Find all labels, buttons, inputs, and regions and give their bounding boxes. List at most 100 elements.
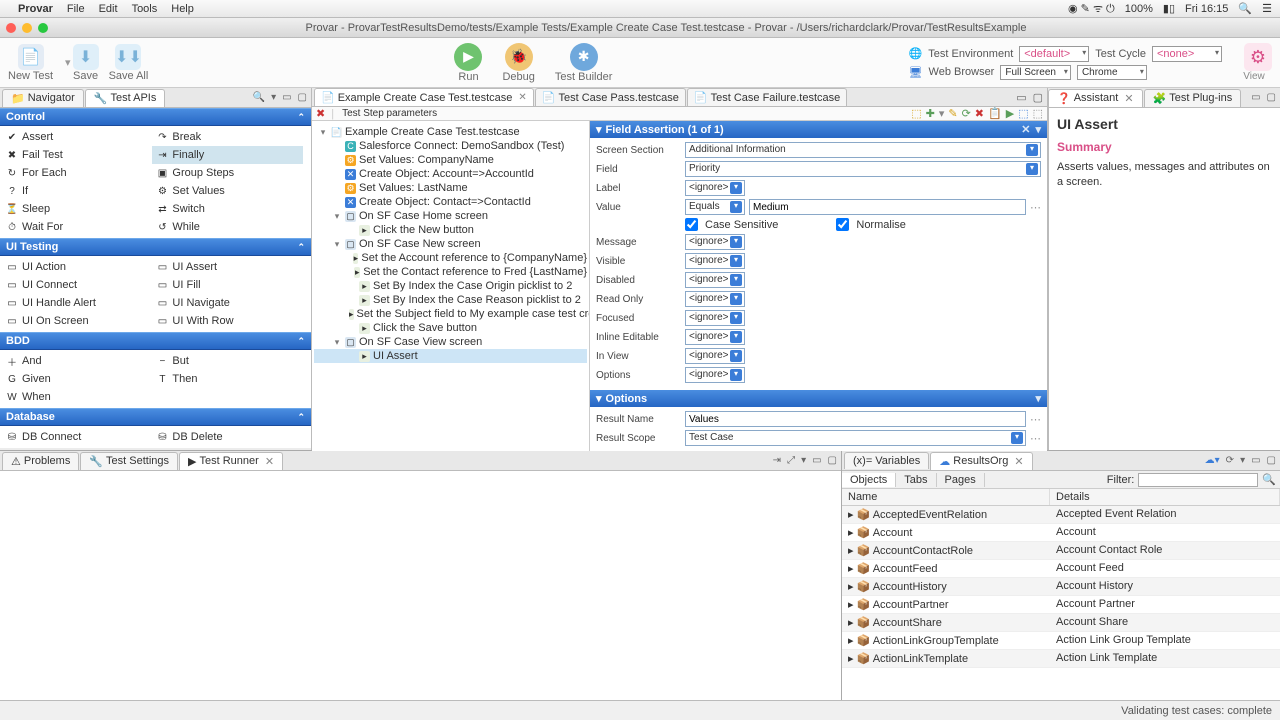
api-item[interactable]: GGiven [2,370,152,388]
minimize-icon[interactable]: ▭ [812,455,821,466]
editor-tab-1[interactable]: 📄Test Case Pass.testcase [535,88,686,106]
tree-row[interactable]: ▸Set By Index the Case Origin picklist t… [314,279,587,293]
tab-test-apis[interactable]: 🔧Test APIs [85,89,166,107]
helper-icon[interactable]: ⋯ [1030,432,1041,445]
chevron-icon[interactable]: ▾ [1035,123,1041,136]
tab-navigator[interactable]: 📁Navigator [2,89,84,107]
api-item[interactable]: ✔Assert [2,128,152,146]
minimize-icon[interactable]: ▭ [282,92,291,103]
api-item[interactable]: −But [152,352,302,370]
result-scope-select[interactable]: Test Case [685,430,1026,446]
api-item[interactable]: ⇄Switch [152,200,302,218]
tree-row[interactable]: ▸Set By Index the Case Reason picklist t… [314,293,587,307]
api-item[interactable]: ⚙Set Values [152,182,302,200]
api-item[interactable]: ✖Fail Test [2,146,152,164]
tree-row[interactable]: ▾📄Example Create Case Test.testcase [314,125,587,139]
subtab-pages[interactable]: Pages [937,473,985,487]
menu-icon[interactable]: ☰ [1262,2,1272,15]
menu-file[interactable]: File [67,3,85,15]
api-item[interactable]: ▣Group Steps [152,164,302,182]
menu-app[interactable]: Provar [18,3,53,15]
api-item[interactable]: ⛁DB Connect [2,428,152,446]
tree-row[interactable]: ▸Click the Save button [314,321,587,335]
api-item[interactable]: ▭UI On Screen [2,312,152,330]
category-header[interactable]: Database⌃ [0,408,311,426]
menu-help[interactable]: Help [171,3,194,15]
focused-select[interactable]: <ignore> [685,310,745,326]
api-item[interactable]: ▭UI Action [2,258,152,276]
search-icon[interactable]: 🔍 [1262,473,1276,486]
close-icon[interactable]: ✕ [518,92,526,103]
maximize-icon[interactable]: ▢ [828,455,837,466]
run-button[interactable]: ▶Run [454,43,482,83]
api-item[interactable]: ▭UI Handle Alert [2,294,152,312]
api-item[interactable]: ⏳Sleep [2,200,152,218]
maximize-icon[interactable]: ▢ [1033,91,1043,104]
category-header[interactable]: Control⌃ [0,108,311,126]
result-name-input[interactable] [685,411,1026,427]
value-input[interactable] [749,199,1026,215]
search-icon[interactable]: 🔍 [253,92,265,103]
new-test-button[interactable]: 📄New Test [8,44,53,82]
readonly-select[interactable]: <ignore> [685,291,745,307]
table-row[interactable]: ▸ 📦 AccountHistoryAccount History [842,578,1280,596]
tree-row[interactable]: ▾▢On SF Case View screen [314,335,587,349]
maximize-icon[interactable]: ▢ [1267,455,1276,466]
menu-edit[interactable]: Edit [99,3,118,15]
error-icon[interactable]: ✖ [316,107,325,120]
api-item[interactable]: ▭UI With Row [152,312,302,330]
maximize-icon[interactable]: ▢ [298,92,307,103]
save-button[interactable]: ⬇Save [73,44,99,82]
subtab-tabs[interactable]: Tabs [896,473,936,487]
close-icon[interactable]: ✕ [1021,123,1030,136]
api-item[interactable]: ▭UI Assert [152,258,302,276]
refresh-icon[interactable]: ⟳ [1226,455,1234,466]
tab-problems[interactable]: ⚠Problems [2,452,79,470]
api-item[interactable]: TThen [152,370,302,388]
helper-icon[interactable]: ⋯ [1030,413,1041,426]
tab-test-settings[interactable]: 🔧Test Settings [80,452,178,470]
save-all-button[interactable]: ⬇⬇Save All [109,44,149,82]
api-item[interactable]: ?If [2,182,152,200]
api-item[interactable]: WWhen [2,388,152,406]
close-icon[interactable]: ✕ [265,455,274,468]
minimize-icon[interactable]: ▭ [1016,91,1026,104]
api-item[interactable]: ▭UI Navigate [152,294,302,312]
minimize-icon[interactable]: ▭ [1251,455,1260,466]
tree-row[interactable]: ▾▢On SF Case Home screen [314,209,587,223]
filter-input[interactable] [1138,473,1258,487]
visible-select[interactable]: <ignore> [685,253,745,269]
env-select[interactable]: <default> [1019,46,1089,62]
tab-test-runner[interactable]: ▶Test Runner✕ [179,452,283,470]
api-item[interactable]: ⇥Finally [152,146,302,164]
value-op-select[interactable]: Equals [685,199,745,215]
chevron-icon[interactable]: ▾ [1035,392,1041,405]
tree-row[interactable]: ⚙Set Values: LastName [314,181,587,195]
case-sensitive-checkbox[interactable] [685,218,698,231]
api-item[interactable]: ↺While [152,218,302,236]
helper-icon[interactable]: ⋯ [1030,201,1041,214]
close-icon[interactable]: ✕ [1124,92,1133,105]
maximize-icon[interactable]: ▢ [1267,92,1276,103]
col-details[interactable]: Details [1050,489,1280,505]
disabled-select[interactable]: <ignore> [685,272,745,288]
tab-assistant[interactable]: ❓Assistant✕ [1048,89,1143,107]
minimize-icon[interactable]: ▭ [1251,92,1260,103]
cycle-select[interactable]: <none> [1152,46,1222,62]
table-row[interactable]: ▸ 📦 AccountFeedAccount Feed [842,560,1280,578]
api-item[interactable]: ＋And [2,352,152,370]
browser-select[interactable]: Chrome [1077,65,1147,80]
tree-row[interactable]: ✕Create Object: Contact=>ContactId [314,195,587,209]
api-item[interactable]: ⏱Wait For [2,218,152,236]
tab-plugins[interactable]: 🧩Test Plug-ins [1144,89,1242,107]
view-menu-icon[interactable]: ▾ [801,455,806,466]
table-row[interactable]: ▸ 📦 AccountShareAccount Share [842,614,1280,632]
cloud-icon[interactable]: ☁▾ [1205,455,1220,466]
search-icon[interactable]: 🔍 [1238,2,1252,15]
subtab-objects[interactable]: Objects [842,473,896,487]
test-tree[interactable]: ▾📄Example Create Case Test.testcaseCSale… [312,121,590,453]
tree-row[interactable]: ▸Set the Subject field to My example cas… [314,307,587,321]
tree-row[interactable]: ▸Set the Account reference to {CompanyNa… [314,251,587,265]
debug-button[interactable]: 🐞Debug [502,43,534,83]
category-header[interactable]: UI Testing⌃ [0,238,311,256]
